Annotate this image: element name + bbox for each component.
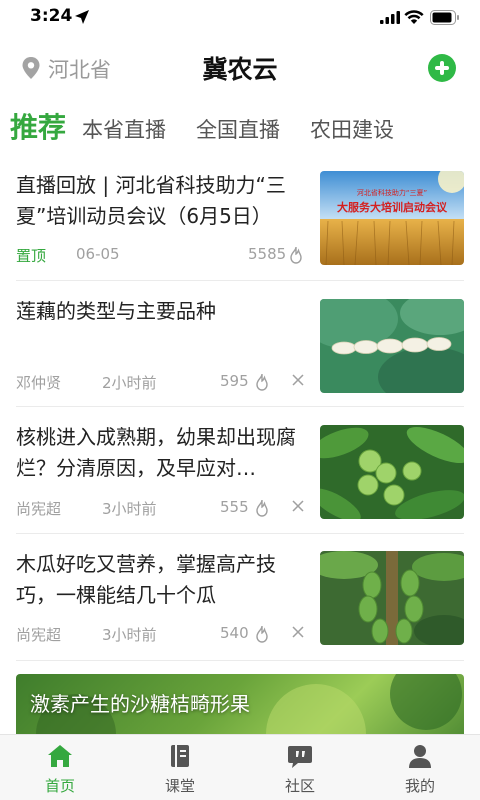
article-title: 木瓜好吃又营养，掌握高产技巧，一棵能结几十个瓜 xyxy=(16,552,276,607)
dismiss-icon[interactable] xyxy=(292,626,304,638)
article-item[interactable]: 木瓜好吃又营养，掌握高产技巧，一棵能结几十个瓜 尚宪超 3小时前 540 xyxy=(16,535,464,661)
view-count: 555 xyxy=(220,498,249,516)
tab-recommended[interactable]: 推荐 xyxy=(10,106,66,150)
bottom-navigation: 首页 课堂 社区 我的 xyxy=(0,734,480,800)
location-arrow-icon xyxy=(75,10,89,24)
status-time: 3:24 xyxy=(30,6,73,26)
thumbnail-caption-line2: 大服务大培训启动会议 xyxy=(337,200,448,214)
tab-provincial-live[interactable]: 本省直播 xyxy=(82,114,166,150)
article-date: 06-05 xyxy=(76,245,120,263)
article-item[interactable]: 核桃进入成熟期，幼果却出现腐烂？分清原因，及早应对… 尚宪超 3小时前 555 xyxy=(16,408,464,534)
nav-home[interactable]: 首页 xyxy=(0,735,120,800)
nav-community[interactable]: 社区 xyxy=(240,735,360,800)
article-title: 核桃进入成熟期，幼果却出现腐烂？分清原因，及早应对… xyxy=(16,425,296,480)
view-count: 5585 xyxy=(248,245,287,263)
article-thumbnail xyxy=(320,425,464,519)
view-count: 595 xyxy=(220,372,249,390)
flame-icon xyxy=(290,246,302,264)
article-time: 3小时前 xyxy=(102,626,157,644)
article-meta: 置顶 06-05 5585 xyxy=(16,245,306,265)
add-button[interactable] xyxy=(428,54,456,82)
nav-label: 我的 xyxy=(404,777,435,795)
status-bar: 3:24 xyxy=(0,0,480,36)
wifi-icon xyxy=(404,10,424,24)
article-item[interactable]: 莲藕的类型与主要品种 邓仲贤 2小时前 595 xyxy=(16,282,464,407)
article-author: 尚宪超 xyxy=(16,500,62,518)
view-count: 540 xyxy=(220,624,249,642)
article-time: 3小时前 xyxy=(102,500,157,518)
lotus-root-thumbnail xyxy=(320,299,464,393)
app-title: 冀农云 xyxy=(202,55,278,84)
article-thumbnail: 河北省科技助力“三夏” 大服务大培训启动会议 xyxy=(320,171,464,265)
papaya-thumbnail xyxy=(320,551,464,645)
flame-icon xyxy=(256,499,268,517)
article-thumbnail xyxy=(320,299,464,393)
article-meta: 邓仲贤 2小时前 595 xyxy=(16,372,306,392)
article-time: 2小时前 xyxy=(102,374,157,392)
nav-label: 课堂 xyxy=(164,777,195,795)
article-title: 莲藕的类型与主要品种 xyxy=(16,299,216,323)
cellular-signal-icon xyxy=(380,11,400,24)
nav-label: 社区 xyxy=(284,777,315,795)
user-icon xyxy=(409,745,431,768)
battery-icon xyxy=(430,10,459,25)
tab-national-live[interactable]: 全国直播 xyxy=(196,114,280,150)
home-icon xyxy=(48,745,72,767)
nav-classroom[interactable]: 课堂 xyxy=(120,735,240,800)
thumbnail-caption-line1: 河北省科技助力“三夏” xyxy=(357,188,427,197)
dismiss-icon[interactable] xyxy=(292,374,304,386)
wheat-field-thumbnail: 河北省科技助力“三夏” 大服务大培训启动会议 xyxy=(320,171,464,265)
article-title: 直播回放 | 河北省科技助力“三夏”培训动员会议（6月5日） xyxy=(16,173,286,228)
article-item[interactable]: 直播回放 | 河北省科技助力“三夏”培训动员会议（6月5日） 置顶 06-05 … xyxy=(16,158,464,281)
category-tabs: 推荐 本省直播 全国直播 农田建设 xyxy=(10,104,424,150)
banner-title: 激素产生的沙糖桔畸形果 xyxy=(30,692,250,716)
article-author: 邓仲贤 xyxy=(16,374,62,392)
article-meta: 尚宪超 3小时前 555 xyxy=(16,498,306,518)
chat-icon xyxy=(288,746,312,768)
walnut-thumbnail xyxy=(320,425,464,519)
header: 河北省 冀农云 xyxy=(0,40,480,96)
flame-icon xyxy=(256,625,268,643)
article-thumbnail xyxy=(320,551,464,645)
nav-label: 首页 xyxy=(44,777,75,795)
flame-icon xyxy=(256,373,268,391)
book-icon xyxy=(171,745,189,767)
tab-farmland-construction[interactable]: 农田建设 xyxy=(310,114,394,150)
pinned-badge: 置顶 xyxy=(16,247,47,265)
article-author: 尚宪超 xyxy=(16,626,62,644)
dismiss-icon[interactable] xyxy=(292,500,304,512)
article-meta: 尚宪超 3小时前 540 xyxy=(16,624,306,644)
nav-profile[interactable]: 我的 xyxy=(360,735,480,800)
